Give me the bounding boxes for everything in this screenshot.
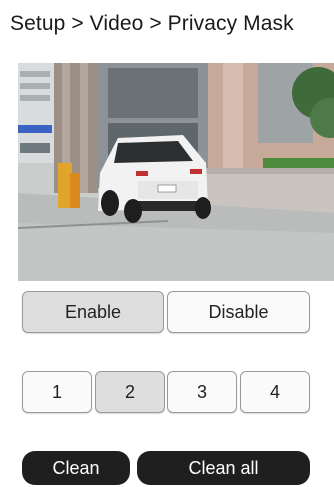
camera-preview[interactable]	[18, 63, 334, 281]
mask-4-button[interactable]: 4	[240, 371, 310, 413]
breadcrumb: Setup > Video > Privacy Mask	[10, 12, 294, 35]
clean-all-button[interactable]: Clean all	[137, 451, 310, 485]
disable-button[interactable]: Disable	[167, 291, 310, 333]
clean-button[interactable]: Clean	[22, 451, 130, 485]
mask-1-button[interactable]: 1	[22, 371, 92, 413]
enable-button[interactable]: Enable	[22, 291, 164, 333]
mask-3-button[interactable]: 3	[167, 371, 237, 413]
mask-2-button[interactable]: 2	[95, 371, 165, 413]
camera-image	[18, 63, 334, 281]
